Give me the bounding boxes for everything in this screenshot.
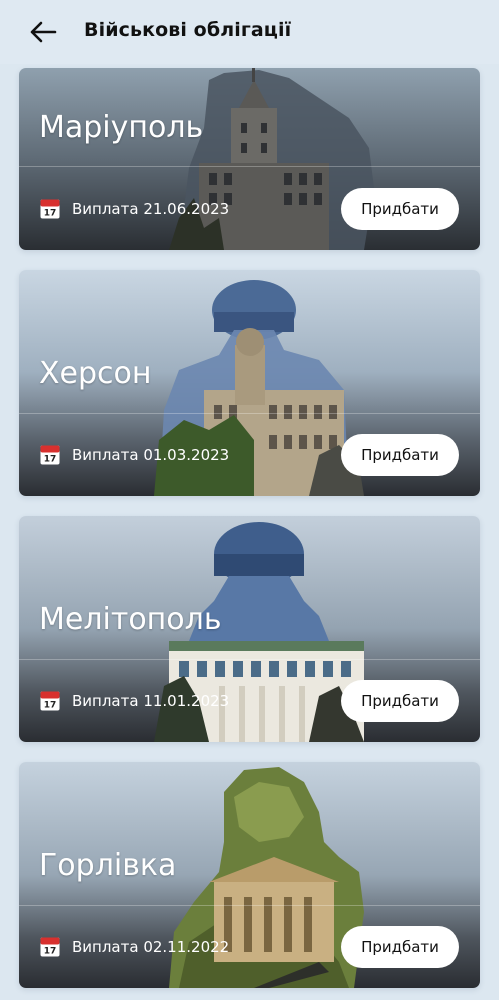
buy-button[interactable]: Придбати — [341, 188, 459, 230]
card-payout-date: Виплата 02.11.2022 — [72, 938, 230, 956]
top-bar: Військові облігації — [0, 0, 499, 64]
card-payout-date: Виплата 21.06.2023 — [72, 200, 230, 218]
calendar-day: 17 — [44, 947, 57, 957]
bond-card[interactable]: Херсон 17 Виплата 01.03.2023 Придбати — [19, 270, 480, 496]
calendar-icon: 17 — [40, 445, 60, 465]
arrow-left-icon — [30, 21, 57, 43]
calendar-icon: 17 — [40, 199, 60, 219]
calendar-day: 17 — [44, 209, 57, 219]
calendar-icon: 17 — [40, 691, 60, 711]
calendar-icon: 17 — [40, 937, 60, 957]
bond-card[interactable]: Горлівка 17 Виплата 02.11.2022 Придбати — [19, 762, 480, 988]
card-payout-date: Виплата 11.01.2023 — [72, 692, 230, 710]
card-divider — [19, 166, 480, 167]
card-divider — [19, 905, 480, 906]
card-city-name: Маріуполь — [39, 110, 204, 145]
buy-button[interactable]: Придбати — [341, 680, 459, 722]
card-city-name: Херсон — [39, 356, 152, 391]
bond-card[interactable]: Мелітополь 17 Виплата 11.01.2023 Придбат… — [19, 516, 480, 742]
back-button[interactable] — [28, 17, 58, 47]
card-city-name: Мелітополь — [39, 602, 222, 637]
card-city-name: Горлівка — [39, 848, 177, 883]
calendar-day: 17 — [44, 701, 57, 711]
card-divider — [19, 413, 480, 414]
buy-button[interactable]: Придбати — [341, 434, 459, 476]
page-title: Військові облігації — [84, 19, 292, 41]
card-payout-date: Виплата 01.03.2023 — [72, 446, 230, 464]
calendar-day: 17 — [44, 455, 57, 465]
card-divider — [19, 659, 480, 660]
buy-button[interactable]: Придбати — [341, 926, 459, 968]
bond-card[interactable]: Маріуполь 17 Виплата 21.06.2023 Придбати — [19, 68, 480, 250]
